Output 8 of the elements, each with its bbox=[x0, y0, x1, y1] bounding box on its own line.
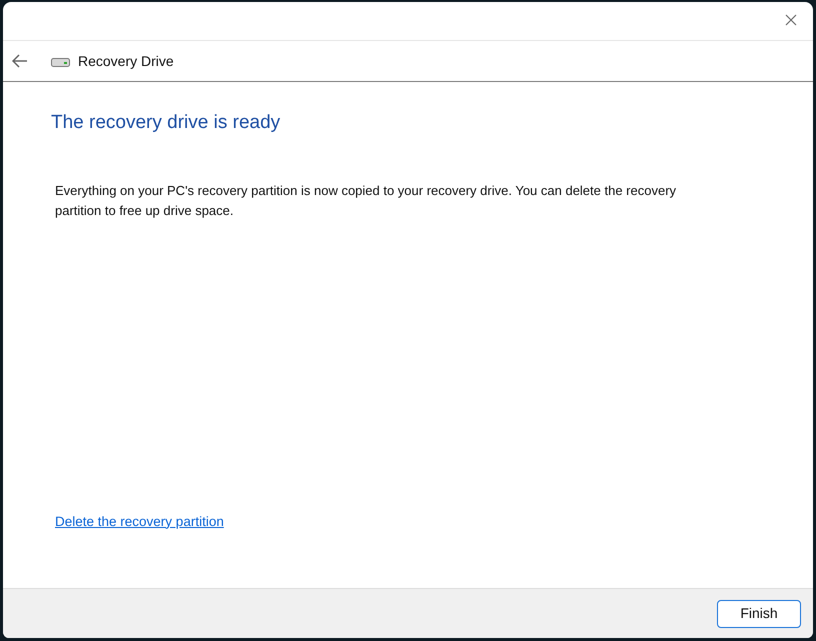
message-text: Everything on your PC's recovery partition is now copied to your recovery drive. You can delete the recovery partition to free up drive space. bbox=[55, 182, 678, 220]
close-icon bbox=[785, 14, 797, 26]
delete-partition-link[interactable]: Delete the recovery partition bbox=[55, 512, 224, 532]
page-heading: The recovery drive is ready bbox=[51, 111, 280, 135]
back-arrow-icon bbox=[12, 54, 28, 68]
drive-icon bbox=[51, 56, 70, 66]
window-title: Recovery Drive bbox=[78, 52, 174, 71]
finish-button[interactable]: Finish bbox=[717, 600, 801, 628]
